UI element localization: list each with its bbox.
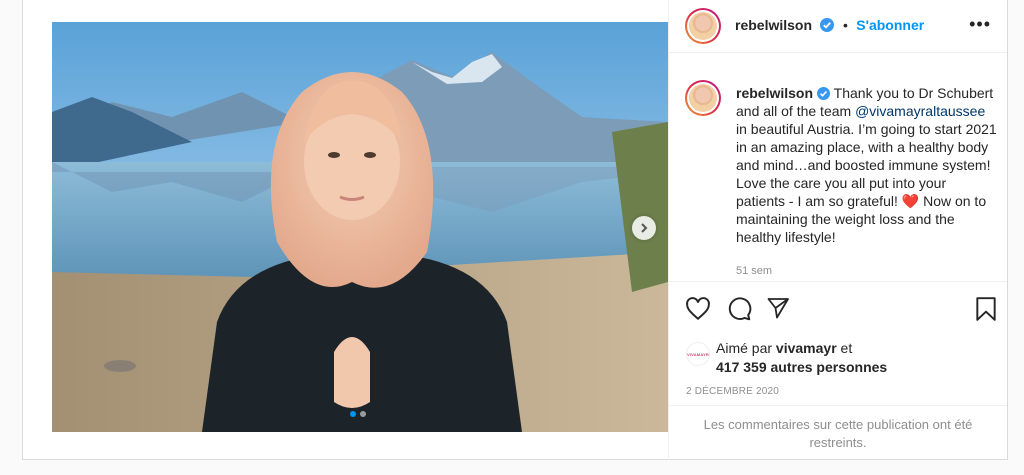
- liker-avatar[interactable]: VIVAMAYR: [686, 342, 710, 366]
- verified-badge-icon: [817, 87, 831, 100]
- carousel-dot-active: [350, 411, 356, 417]
- bookmark-icon[interactable]: [975, 296, 997, 322]
- liked-by-user-link[interactable]: vivamayr: [776, 340, 837, 356]
- author-username[interactable]: rebelwilson: [735, 17, 812, 33]
- carousel-dot: [360, 411, 366, 417]
- more-options-icon[interactable]: •••: [969, 14, 991, 35]
- post-header: rebelwilson • S'abonner •••: [669, 0, 1007, 53]
- chevron-right-icon: [641, 223, 648, 233]
- next-photo-button[interactable]: [632, 216, 656, 240]
- caption-author-avatar[interactable]: [685, 80, 721, 116]
- comment-icon[interactable]: [726, 296, 752, 322]
- photo-illustration: [52, 22, 668, 432]
- post-side-panel: rebelwilson • S'abonner ••• rebelwilson …: [669, 0, 1007, 460]
- follow-button[interactable]: S'abonner: [856, 17, 924, 33]
- carousel-indicator: [350, 411, 366, 417]
- post-photo[interactable]: [52, 22, 668, 432]
- action-bar: [669, 281, 1007, 340]
- author-avatar[interactable]: [685, 8, 721, 44]
- caption-author-username[interactable]: rebelwilson: [736, 85, 813, 101]
- post-time-ago[interactable]: 51 sem: [736, 265, 772, 277]
- comments-restricted-notice: Les commentaires sur cette publication o…: [669, 405, 1007, 460]
- verified-badge-icon: [820, 18, 835, 32]
- heart-icon[interactable]: [685, 296, 711, 322]
- caption-mention-link[interactable]: @vivamayraltaussee: [855, 103, 985, 119]
- likes-count-link[interactable]: 417 359 autres personnes: [716, 359, 887, 375]
- post-date[interactable]: 2 DÉCEMBRE 2020: [686, 386, 779, 397]
- heart-emoji: ❤️: [901, 193, 920, 209]
- liked-by-line: Aimé par vivamayr et: [716, 340, 853, 356]
- caption-text: rebelwilson Thank you to Dr Schubert and…: [736, 84, 998, 246]
- share-icon[interactable]: [766, 296, 790, 320]
- header-line: rebelwilson • S'abonner: [735, 17, 925, 33]
